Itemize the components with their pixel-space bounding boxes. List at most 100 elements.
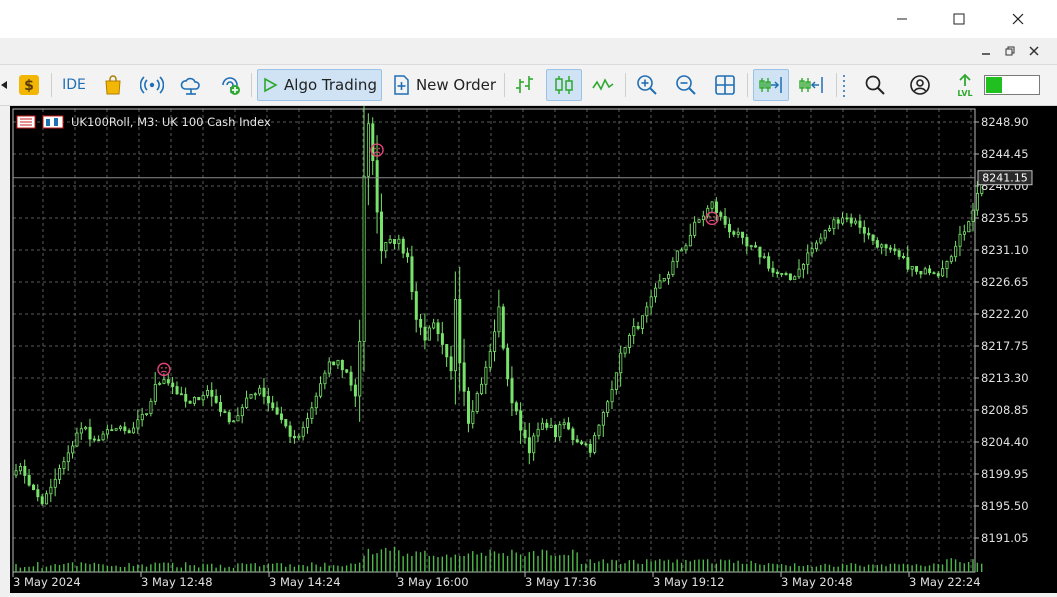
candle-body xyxy=(58,468,62,480)
minimize-button[interactable] xyxy=(879,0,925,38)
candle-body xyxy=(501,306,505,349)
candle-body xyxy=(554,424,558,438)
candle-body xyxy=(14,470,18,476)
market-button[interactable]: $ xyxy=(16,69,42,101)
candle-body xyxy=(340,359,344,371)
search-icon xyxy=(865,75,885,95)
candle-body xyxy=(688,234,692,247)
volume-bars xyxy=(15,546,983,572)
subscriptions-button[interactable] xyxy=(216,69,244,101)
candle-body xyxy=(388,238,392,243)
candle-body xyxy=(27,475,31,486)
candle-body xyxy=(584,443,588,446)
candle-body xyxy=(788,273,792,281)
candle-body xyxy=(214,395,218,403)
candle-body xyxy=(205,390,209,396)
auto-scroll-button[interactable] xyxy=(753,69,789,101)
chart-header: UK100Roll, M3: UK 100 Cash Index xyxy=(16,115,271,129)
bar-chart-icon xyxy=(516,76,533,93)
candle-body xyxy=(36,489,40,498)
candle-body xyxy=(858,220,862,228)
shop-button[interactable] xyxy=(100,69,126,101)
marker-mouth xyxy=(708,219,716,222)
candle-body xyxy=(536,428,540,437)
marker-mouth xyxy=(160,370,168,373)
new-order-button[interactable]: New Order xyxy=(390,69,498,101)
candle-body xyxy=(767,256,771,269)
candle-body xyxy=(66,452,70,463)
x-tick-label: 3 May 17:36 xyxy=(525,575,597,589)
candle-body xyxy=(567,422,571,430)
candle-body xyxy=(849,217,853,224)
candle-body xyxy=(710,201,714,209)
candle-body xyxy=(488,351,492,368)
line-chart-icon xyxy=(592,78,614,91)
toolbar-overflow-arrow[interactable] xyxy=(0,69,10,101)
price-chart[interactable]: 8248.908244.458240.008235.558231.108226.… xyxy=(10,75,1057,593)
candle-body xyxy=(114,428,118,431)
mdi-minimize-button[interactable] xyxy=(976,40,996,62)
candle-body xyxy=(18,466,22,472)
cloud-icon xyxy=(180,77,200,95)
candle-body xyxy=(45,493,49,505)
candle-body xyxy=(23,466,27,476)
tile-windows-button[interactable] xyxy=(710,69,740,101)
play-icon xyxy=(264,77,278,93)
candle-body xyxy=(132,427,136,434)
zoom-out-icon xyxy=(676,75,696,95)
candlestick-chart-button[interactable] xyxy=(546,69,582,101)
candle-body xyxy=(71,445,75,454)
candle-body xyxy=(453,298,457,372)
bar-chart-button[interactable] xyxy=(510,69,540,101)
mdi-restore-button[interactable] xyxy=(1000,40,1020,62)
candle-body xyxy=(810,248,814,254)
toolbar-grip[interactable] xyxy=(840,69,848,101)
current-price-label: 8241.15 xyxy=(982,172,1028,185)
candle-body xyxy=(162,379,166,384)
candle-body xyxy=(923,268,927,275)
candle-body xyxy=(292,435,296,439)
mdi-close-button[interactable] xyxy=(1024,40,1044,62)
candle-body xyxy=(862,226,866,234)
maximize-button[interactable] xyxy=(936,0,982,38)
zoom-out-button[interactable] xyxy=(671,69,701,101)
chart-window[interactable]: 8248.90 8244.45 8240.00 8235.55 8231.10 8226.… xyxy=(10,75,1057,593)
vps-button[interactable] xyxy=(177,69,205,101)
close-button[interactable] xyxy=(995,0,1041,38)
x-tick-label: 3 May 16:00 xyxy=(397,575,469,589)
candle-body xyxy=(192,396,196,404)
chart-shift-button[interactable] xyxy=(794,69,828,101)
candle-body xyxy=(427,327,431,341)
candle-body xyxy=(571,428,575,441)
candle-body xyxy=(197,396,201,401)
candle-body xyxy=(105,429,109,435)
account-button[interactable] xyxy=(905,69,935,101)
candle-body xyxy=(641,315,645,329)
candle-body xyxy=(627,334,631,348)
ide-button[interactable]: IDE xyxy=(58,69,90,101)
line-chart-button[interactable] xyxy=(588,69,618,101)
candle-body xyxy=(575,439,579,443)
candle-body xyxy=(819,237,823,244)
candle-body xyxy=(793,276,797,281)
algo-trading-button[interactable]: Algo Trading xyxy=(257,69,382,101)
candle-body xyxy=(832,219,836,229)
zoom-in-button[interactable] xyxy=(632,69,662,101)
candle-body xyxy=(580,441,584,445)
y-tick-label: 8231.10 xyxy=(981,243,1029,257)
candle-body xyxy=(610,389,614,403)
candle-body xyxy=(880,244,884,248)
candle-body xyxy=(780,273,784,275)
candle-body xyxy=(53,478,57,488)
candle-body xyxy=(806,252,810,265)
level-button[interactable]: LVL xyxy=(950,69,980,101)
candle-body xyxy=(97,439,101,442)
candle-body xyxy=(728,224,732,233)
y-tick-label: 8226.65 xyxy=(981,275,1029,289)
candle-body xyxy=(854,220,858,224)
user-icon xyxy=(910,75,930,95)
search-button[interactable] xyxy=(860,69,890,101)
candle-body xyxy=(145,413,149,416)
signals-button[interactable] xyxy=(138,69,166,101)
candle-body xyxy=(319,383,323,397)
